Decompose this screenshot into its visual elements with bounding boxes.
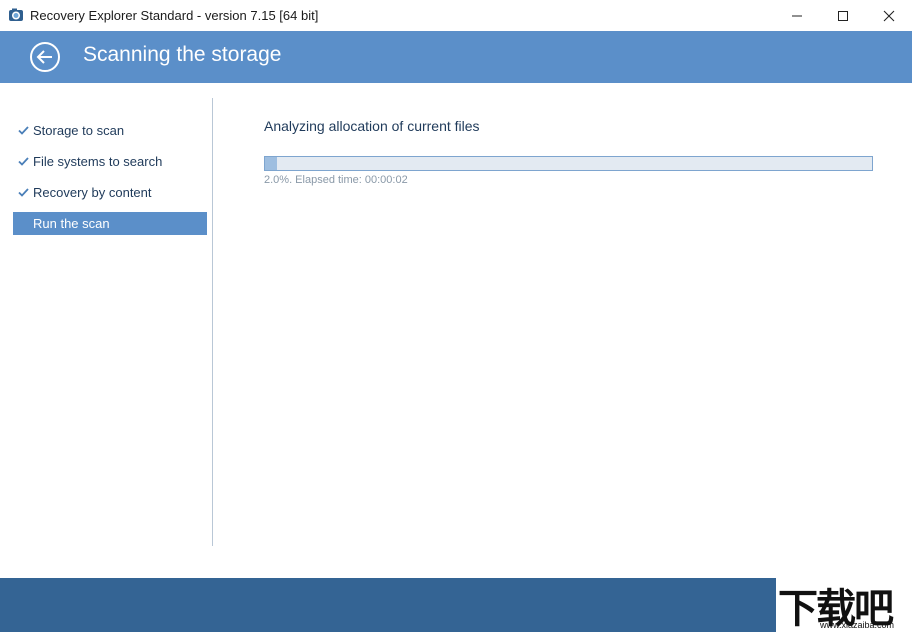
progress-status-text: 2.0%. Elapsed time: 00:00:02: [264, 174, 408, 186]
checkmark-icon: [13, 157, 33, 166]
step-label: Recovery by content: [33, 185, 152, 200]
scan-progress-bar: [264, 156, 873, 171]
maximize-button[interactable]: [820, 0, 866, 31]
title-bar: Recovery Explorer Standard - version 7.1…: [0, 0, 912, 31]
watermark-logo: 下载吧 www.xiazaiba.com: [776, 576, 912, 632]
camera-lens-icon: [8, 7, 24, 23]
watermark-url: www.xiazaiba.com: [820, 620, 895, 630]
close-icon: [883, 10, 895, 21]
close-button[interactable]: [866, 0, 912, 31]
back-arrow-icon: [36, 50, 52, 64]
progress-fill: [265, 157, 278, 170]
step-label: Run the scan: [33, 216, 110, 231]
step-file-systems-to-search[interactable]: File systems to search: [13, 150, 207, 173]
step-label: File systems to search: [33, 154, 163, 169]
step-run-the-scan[interactable]: Run the scan: [13, 212, 207, 235]
checkmark-icon: [13, 188, 33, 197]
minimize-icon: [792, 15, 802, 16]
checkmark-icon: [13, 126, 33, 135]
back-button[interactable]: [30, 42, 60, 72]
step-storage-to-scan[interactable]: Storage to scan: [13, 119, 207, 142]
window-title: Recovery Explorer Standard - version 7.1…: [30, 8, 319, 23]
minimize-button[interactable]: [774, 0, 820, 31]
maximize-icon: [838, 10, 848, 21]
page-header: Scanning the storage: [0, 31, 912, 83]
sidebar-divider: [212, 98, 213, 546]
page-title: Scanning the storage: [83, 43, 282, 66]
step-recovery-by-content[interactable]: Recovery by content: [13, 181, 207, 204]
step-label: Storage to scan: [33, 123, 125, 138]
scan-status-heading: Analyzing allocation of current files: [264, 118, 480, 134]
